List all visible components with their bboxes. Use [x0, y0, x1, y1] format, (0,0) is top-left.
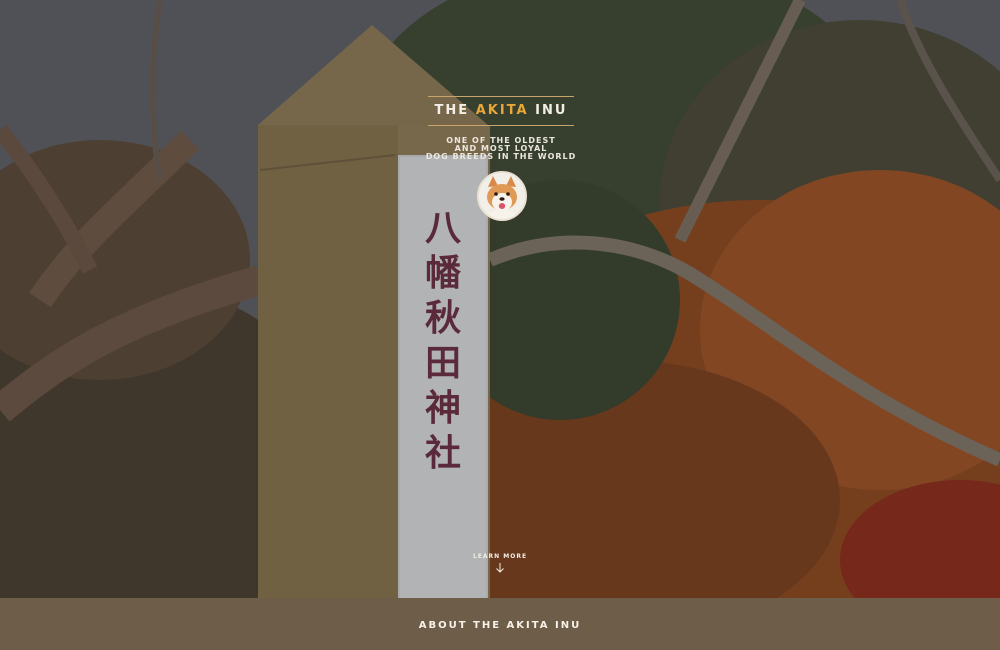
pillar-char: 神 [425, 387, 461, 429]
pillar-char: 社 [425, 432, 461, 474]
pillar-inscription: 八 幡 秋 田 神 社 [425, 207, 462, 474]
site-logo[interactable]: THE AKITA INU [428, 96, 574, 126]
about-title: ABOUT THE AKITA INU [418, 620, 582, 631]
pillar-char: 幡 [425, 252, 461, 294]
akita-avatar-icon [477, 171, 527, 221]
learn-more-label: LEARN MORE [472, 553, 528, 560]
arrow-down-icon [496, 563, 504, 573]
brand-accent: AKITA [475, 103, 529, 118]
pillar-char: 秋 [425, 297, 461, 339]
learn-more-link[interactable]: LEARN MORE [460, 553, 540, 573]
pillar-char: 八 [425, 207, 462, 249]
hero-overlay [0, 0, 1000, 598]
brand-prefix: THE [434, 103, 470, 118]
brand-suffix: INU [535, 103, 568, 118]
dog-face-icon [479, 173, 525, 219]
hero-tagline: ONE OF THE OLDEST AND MOST LOYAL DOG BRE… [400, 137, 602, 161]
tagline-line: DOG BREEDS IN THE WORLD [425, 152, 577, 161]
about-section-header: ABOUT THE AKITA INU [0, 598, 1000, 650]
pillar-char: 田 [425, 342, 461, 384]
hero-section: 八 幡 秋 田 神 社 THE AKITA INU ONE OF THE OLD… [0, 0, 1000, 598]
